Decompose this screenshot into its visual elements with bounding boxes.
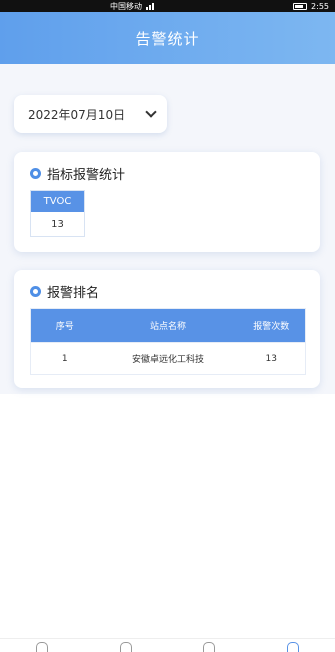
status-bar: 中国移动 2:55 bbox=[0, 0, 335, 12]
table-header-row: 序号 站点名称 报警次数 bbox=[31, 309, 305, 342]
app-header: 告警统计 bbox=[0, 12, 335, 64]
alarm-ranking-card: 报警排名 序号 站点名称 报警次数 1 安徽卓远化工科技 13 bbox=[14, 270, 320, 388]
ranking-table: 序号 站点名称 报警次数 1 安徽卓远化工科技 13 bbox=[30, 308, 306, 375]
indicator-card-header: 指标报警统计 bbox=[30, 164, 125, 183]
row-index: 1 bbox=[61, 353, 68, 364]
indicator-card-title: 指标报警统计 bbox=[47, 168, 126, 183]
indicator-alarm-card: 指标报警统计 TVOC 13 bbox=[14, 152, 320, 252]
page-title: 告警统计 bbox=[135, 29, 200, 48]
carrier-label: 中国移动 bbox=[110, 1, 142, 11]
home-icon[interactable] bbox=[35, 642, 48, 652]
date-value: 2022年07月10日 bbox=[28, 107, 126, 122]
indicator-table: TVOC 13 bbox=[30, 190, 85, 237]
chart-icon[interactable] bbox=[203, 642, 216, 652]
date-selector[interactable]: 2022年07月10日 bbox=[14, 95, 167, 133]
header-site-name: 站点名称 bbox=[149, 322, 186, 332]
row-site-name: 安徽卓远化工科技 bbox=[131, 355, 204, 365]
chevron-down-icon bbox=[145, 106, 157, 118]
ranking-card-title: 报警排名 bbox=[47, 286, 100, 301]
bullet-icon bbox=[30, 286, 41, 297]
signal-icon bbox=[146, 2, 154, 10]
bottom-nav bbox=[0, 638, 335, 652]
indicator-value: 13 bbox=[51, 218, 64, 230]
table-row[interactable]: 1 安徽卓远化工科技 13 bbox=[31, 342, 305, 374]
row-alarm-count: 13 bbox=[265, 353, 277, 364]
header-alarm-count: 报警次数 bbox=[253, 322, 290, 332]
bullet-icon bbox=[30, 168, 41, 179]
battery-icon bbox=[293, 2, 308, 10]
ranking-card-header: 报警排名 bbox=[30, 282, 99, 301]
user-icon[interactable] bbox=[287, 642, 300, 652]
indicator-column-header: TVOC bbox=[31, 191, 84, 212]
header-index: 序号 bbox=[55, 322, 74, 332]
calendar-icon[interactable] bbox=[119, 642, 132, 652]
status-time: 2:55 bbox=[311, 1, 329, 11]
